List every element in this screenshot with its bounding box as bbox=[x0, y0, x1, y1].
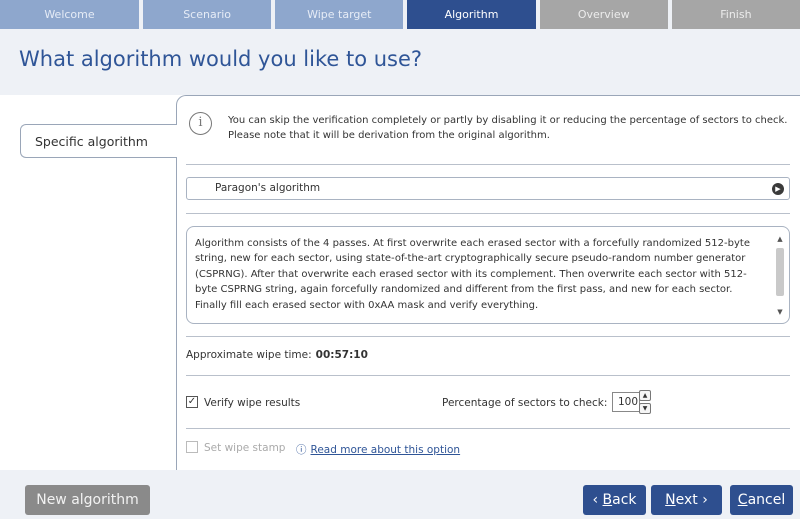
divider bbox=[186, 428, 790, 429]
divider bbox=[186, 213, 790, 214]
back-label-rest: ack bbox=[612, 492, 637, 508]
divider bbox=[186, 375, 790, 376]
wipe-stamp-checkbox[interactable] bbox=[186, 441, 198, 453]
scroll-up-icon[interactable]: ▲ bbox=[773, 233, 787, 245]
back-button[interactable]: ‹ Back bbox=[583, 485, 646, 515]
read-more-link[interactable]: Read more about this option bbox=[311, 444, 461, 456]
approx-wipe-time-value: 00:57:10 bbox=[315, 349, 368, 361]
step-scenario: Scenario bbox=[143, 0, 272, 29]
info-small-icon: ⓘ bbox=[296, 444, 307, 456]
step-finish: Finish bbox=[671, 0, 800, 29]
wipe-stamp-label[interactable]: Set wipe stamp bbox=[204, 442, 285, 454]
step-overview: Overview bbox=[539, 0, 668, 29]
percentage-stepper[interactable]: ▲ ▼ bbox=[639, 390, 651, 414]
algorithm-description-text: Algorithm consists of the 4 passes. At f… bbox=[195, 238, 750, 311]
step-wipe-target: Wipe target bbox=[275, 0, 404, 29]
info-icon: i bbox=[189, 112, 212, 135]
percentage-label: Percentage of sectors to check: bbox=[442, 397, 608, 409]
tab-specific-algorithm[interactable]: Specific algorithm bbox=[20, 124, 177, 158]
description-scrollbar[interactable]: ▲ ▼ bbox=[773, 230, 787, 320]
info-text: You can skip the verification completely… bbox=[228, 115, 788, 141]
next-button[interactable]: Next › bbox=[651, 485, 722, 515]
back-accel-key: B bbox=[602, 492, 613, 508]
new-algorithm-button[interactable]: New algorithm bbox=[25, 485, 150, 515]
next-accel-key: N bbox=[665, 492, 676, 508]
page-title: What algorithm would you like to use? bbox=[19, 47, 423, 71]
scroll-thumb[interactable] bbox=[776, 248, 784, 296]
scroll-down-icon[interactable]: ▼ bbox=[773, 306, 787, 318]
percentage-input[interactable]: 100 bbox=[612, 392, 640, 412]
tab-connector bbox=[175, 125, 178, 157]
verify-label[interactable]: Verify wipe results bbox=[204, 397, 300, 409]
step-algorithm: Algorithm bbox=[407, 0, 536, 29]
read-more-info[interactable]: ⓘ Read more about this option bbox=[296, 442, 460, 457]
divider bbox=[186, 164, 790, 165]
algorithm-select[interactable]: Paragon's algorithm ▶ bbox=[186, 177, 790, 200]
next-label-rest: ext › bbox=[675, 492, 708, 508]
approx-wipe-time-label: Approximate wipe time: bbox=[186, 349, 312, 361]
wizard-steps: Welcome Scenario Wipe target Algorithm O… bbox=[0, 0, 800, 29]
cancel-accel-key: C bbox=[737, 492, 748, 508]
algorithm-select-value: Paragon's algorithm bbox=[215, 182, 321, 194]
divider bbox=[186, 336, 790, 337]
cancel-button[interactable]: Cancel bbox=[730, 485, 793, 515]
cancel-label-rest: ancel bbox=[747, 492, 786, 508]
chevron-right-icon: ▶ bbox=[772, 183, 784, 195]
stepper-up-icon[interactable]: ▲ bbox=[639, 390, 651, 401]
back-arrow: ‹ bbox=[592, 492, 603, 508]
algorithm-description[interactable]: Algorithm consists of the 4 passes. At f… bbox=[186, 226, 790, 324]
approx-wipe-time: Approximate wipe time: 00:57:10 bbox=[186, 349, 368, 361]
verify-checkbox[interactable]: ✓ bbox=[186, 396, 198, 408]
stepper-down-icon[interactable]: ▼ bbox=[639, 403, 651, 414]
step-welcome: Welcome bbox=[0, 0, 139, 29]
